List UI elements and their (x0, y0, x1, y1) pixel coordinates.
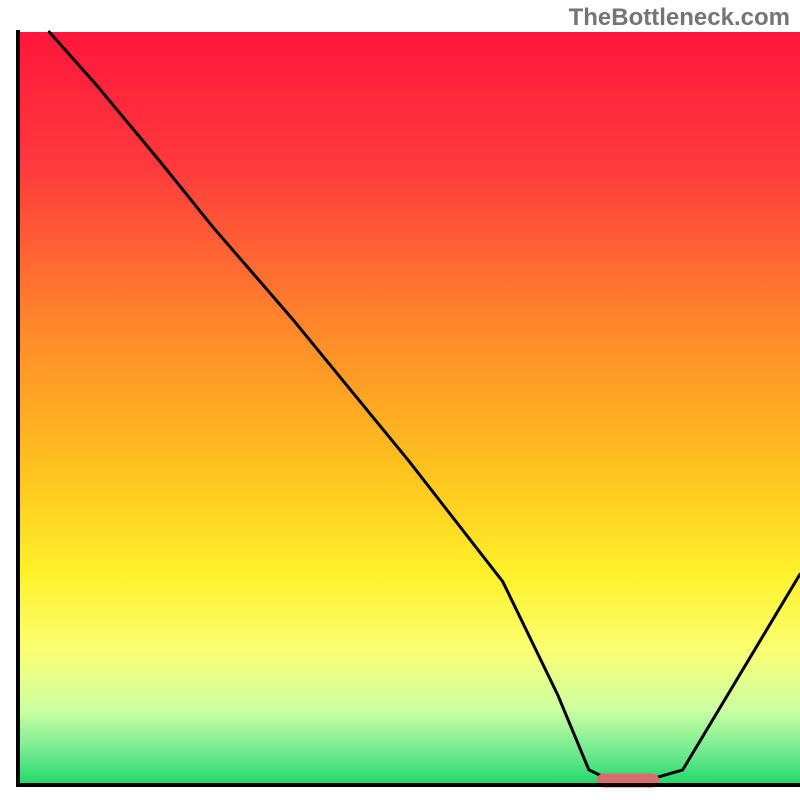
bottleneck-chart (0, 0, 800, 800)
chart-container: TheBottleneck.com (0, 0, 800, 800)
watermark-text: TheBottleneck.com (569, 4, 790, 32)
